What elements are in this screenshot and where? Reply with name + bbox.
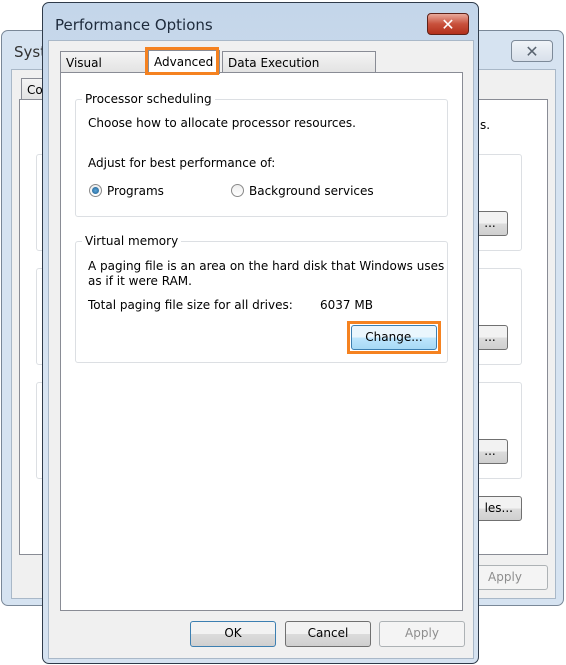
group-title: Processor scheduling bbox=[82, 92, 215, 106]
tab-panel-advanced: Processor scheduling Choose how to alloc… bbox=[60, 72, 463, 611]
close-icon[interactable]: ✕ bbox=[427, 13, 469, 35]
total-paging-label: Total paging file size for all drives: bbox=[88, 298, 293, 312]
processor-description: Choose how to allocate processor resourc… bbox=[88, 116, 356, 130]
advanced-tab-highlight bbox=[145, 47, 219, 75]
dialog-title: Performance Options bbox=[55, 16, 213, 34]
change-button[interactable]: Change... bbox=[351, 325, 437, 350]
radio-background-services-label[interactable]: Background services bbox=[249, 184, 374, 198]
vm-description-line1: A paging file is an area on the hard dis… bbox=[88, 259, 445, 273]
adjust-label: Adjust for best performance of: bbox=[88, 156, 276, 170]
radio-programs[interactable] bbox=[89, 184, 102, 197]
radio-background-services[interactable] bbox=[231, 184, 244, 197]
virtual-memory-group: Virtual memory A paging file is an area … bbox=[75, 234, 448, 363]
tab-data-execution-prevention[interactable]: Data Execution Prevention bbox=[222, 51, 376, 92]
total-paging-value: 6037 MB bbox=[320, 298, 373, 312]
apply-button[interactable]: Apply bbox=[379, 621, 465, 647]
radio-programs-label[interactable]: Programs bbox=[107, 184, 164, 198]
tab-visual-effects[interactable]: Visual Effects bbox=[60, 51, 146, 92]
cancel-button[interactable]: Cancel bbox=[285, 621, 371, 647]
text-fragment: s. bbox=[480, 118, 491, 132]
vm-description-line2: as if it were RAM. bbox=[88, 274, 192, 288]
processor-scheduling-group: Processor scheduling Choose how to alloc… bbox=[75, 92, 448, 217]
group-title: Virtual memory bbox=[82, 234, 182, 248]
close-icon[interactable]: ✕ bbox=[511, 40, 553, 62]
ok-button[interactable]: OK bbox=[190, 621, 276, 647]
performance-options-dialog: Performance Options ✕ Visual Effects Dat… bbox=[42, 2, 479, 664]
